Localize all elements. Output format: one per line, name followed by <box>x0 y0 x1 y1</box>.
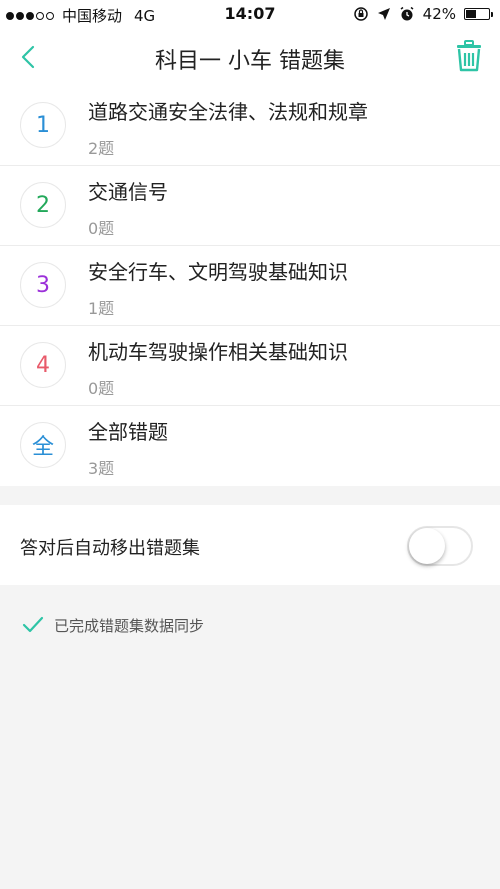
status-bar: 中国移动 4G 14:07 42% <box>0 0 500 28</box>
category-number-badge: 4 <box>20 342 66 388</box>
category-title: 安全行车、文明驾驶基础知识 <box>88 260 348 284</box>
category-title: 全部错题 <box>88 420 168 444</box>
list-item[interactable]: 1 道路交通安全法律、法规和规章 2题 <box>0 86 500 166</box>
auto-remove-label: 答对后自动移出错题集 <box>20 538 200 559</box>
category-number-badge: 1 <box>20 102 66 148</box>
auto-remove-setting: 答对后自动移出错题集 <box>0 505 500 585</box>
category-number-badge: 3 <box>20 262 66 308</box>
list-item[interactable]: 2 交通信号 0题 <box>0 166 500 246</box>
list-item[interactable]: 3 安全行车、文明驾驶基础知识 1题 <box>0 246 500 326</box>
category-count: 1题 <box>88 299 115 318</box>
category-count: 0题 <box>88 379 115 398</box>
toggle-knob <box>409 528 445 564</box>
location-arrow-icon <box>377 8 390 20</box>
auto-remove-toggle[interactable] <box>407 526 473 566</box>
category-title: 道路交通安全法律、法规和规章 <box>88 100 368 124</box>
category-title: 机动车驾驶操作相关基础知识 <box>88 340 348 364</box>
orientation-lock-icon <box>353 7 368 21</box>
battery-icon <box>464 8 493 20</box>
category-list: 1 道路交通安全法律、法规和规章 2题 2 交通信号 0题 3 安全行车、文明驾… <box>0 86 500 486</box>
navigation-bar: 科目一 小车 错题集 <box>0 28 500 86</box>
list-item[interactable]: 全 全部错题 3题 <box>0 406 500 486</box>
category-number-badge: 全 <box>20 422 66 468</box>
checkmark-icon <box>22 616 44 633</box>
battery-percent: 42% <box>422 5 456 23</box>
category-count: 3题 <box>88 459 115 478</box>
status-right: 42% <box>353 5 493 23</box>
sync-status-text: 已完成错题集数据同步 <box>54 616 205 635</box>
category-title: 交通信号 <box>88 180 168 204</box>
page-title: 科目一 小车 错题集 <box>155 49 345 74</box>
category-count: 2题 <box>88 139 115 158</box>
list-item[interactable]: 4 机动车驾驶操作相关基础知识 0题 <box>0 326 500 406</box>
category-count: 0题 <box>88 219 115 238</box>
sync-status: 已完成错题集数据同步 <box>22 614 204 636</box>
trash-icon[interactable] <box>454 40 484 72</box>
category-number-badge: 2 <box>20 182 66 228</box>
alarm-icon <box>400 6 414 21</box>
